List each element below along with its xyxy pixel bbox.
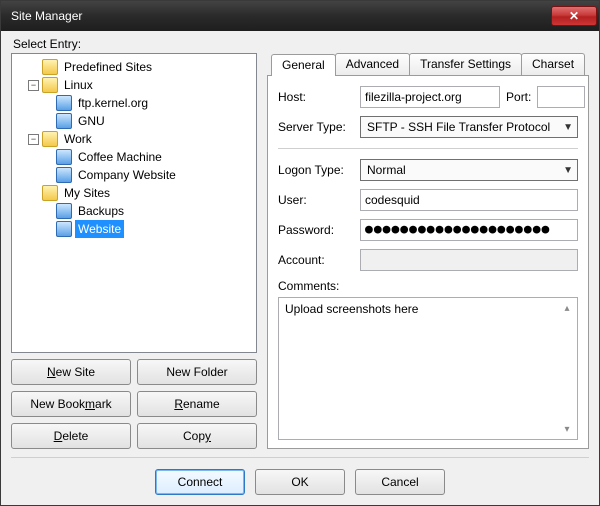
row-host: Host: Port: (278, 86, 578, 108)
cancel-button[interactable]: Cancel (355, 469, 445, 495)
tree-site-gnu[interactable]: GNU (14, 112, 256, 130)
port-input[interactable] (537, 86, 585, 108)
divider (278, 148, 578, 149)
tabpanel-general: Host: Port: Server Type: SFTP - SSH File… (267, 75, 589, 449)
tree-folder-work[interactable]: − Work (14, 130, 256, 148)
rename-button[interactable]: Rename (137, 391, 257, 417)
password-input[interactable]: ●●●●●●●●●●●●●●●●●●●●● (360, 219, 578, 241)
chevron-down-icon: ▼ (563, 165, 573, 176)
site-icon (56, 95, 72, 111)
tree-folder-predefined[interactable]: Predefined Sites (14, 58, 256, 76)
row-user: User: (278, 189, 578, 211)
close-button[interactable]: ✕ (551, 6, 597, 26)
tree-label: Backups (75, 202, 127, 220)
logon-type-label: Logon Type: (278, 163, 354, 177)
expander-placeholder (42, 206, 53, 217)
select-entry-label: Select Entry: (13, 37, 589, 51)
tree-label: Predefined Sites (61, 58, 155, 76)
folder-icon (42, 59, 58, 75)
delete-button[interactable]: Delete (11, 423, 131, 449)
tree-label: GNU (75, 112, 108, 130)
site-icon (56, 221, 72, 237)
row-account: Account: (278, 249, 578, 271)
tree-folder-linux[interactable]: − Linux (14, 76, 256, 94)
site-icon (56, 113, 72, 129)
row-server-type: Server Type: SFTP - SSH File Transfer Pr… (278, 116, 578, 138)
scroll-up-icon[interactable]: ▴ (559, 300, 575, 316)
new-site-button[interactable]: New Site (11, 359, 131, 385)
tree-label: My Sites (61, 184, 113, 202)
port-label: Port: (506, 90, 531, 104)
user-label: User: (278, 193, 354, 207)
host-label: Host: (278, 90, 354, 104)
site-manager-window: Site Manager ✕ Select Entry: Predefined … (0, 0, 600, 506)
system-buttons: ✕ (551, 6, 597, 26)
expander-placeholder (28, 188, 39, 199)
tree-label: Company Website (75, 166, 179, 184)
tab-charset[interactable]: Charset (521, 53, 585, 75)
tab-advanced[interactable]: Advanced (335, 53, 410, 75)
account-input[interactable] (360, 249, 578, 271)
footer-buttons: Connect OK Cancel (11, 457, 589, 497)
comments-textarea[interactable]: Upload screenshots here ▴ ▾ (278, 297, 578, 440)
site-icon (56, 167, 72, 183)
close-icon: ✕ (569, 9, 579, 23)
collapse-icon[interactable]: − (28, 80, 39, 91)
tree-site-coffee[interactable]: Coffee Machine (14, 148, 256, 166)
site-icon (56, 203, 72, 219)
window-title: Site Manager (11, 9, 82, 23)
user-input[interactable] (360, 189, 578, 211)
account-label: Account: (278, 253, 354, 267)
right-column: General Advanced Transfer Settings Chars… (267, 53, 589, 449)
chevron-down-icon: ▼ (563, 122, 573, 133)
tree-label: Coffee Machine (75, 148, 165, 166)
row-logon-type: Logon Type: Normal ▼ (278, 159, 578, 181)
ok-button[interactable]: OK (255, 469, 345, 495)
server-type-value: SFTP - SSH File Transfer Protocol (367, 120, 550, 134)
tree-label-selected: Website (75, 220, 124, 238)
new-folder-button[interactable]: New Folder (137, 359, 257, 385)
expander-placeholder (28, 62, 39, 73)
tree-label: Linux (61, 76, 96, 94)
row-comments: Comments: Upload screenshots here ▴ ▾ (278, 279, 578, 440)
folder-icon (42, 77, 58, 93)
left-button-grid: New Site New Folder New Bookmark Rename … (11, 359, 257, 449)
folder-icon (42, 185, 58, 201)
new-bookmark-button[interactable]: New Bookmark (11, 391, 131, 417)
copy-button[interactable]: Copy (137, 423, 257, 449)
site-tree[interactable]: Predefined Sites − Linux ftp.kernel.org … (11, 53, 257, 353)
columns: Predefined Sites − Linux ftp.kernel.org … (11, 53, 589, 449)
tab-transfer-settings[interactable]: Transfer Settings (409, 53, 522, 75)
password-label: Password: (278, 223, 354, 237)
tree-label: Work (61, 130, 95, 148)
tabs: General Advanced Transfer Settings Chars… (267, 53, 589, 75)
row-password: Password: ●●●●●●●●●●●●●●●●●●●●● (278, 219, 578, 241)
folder-icon (42, 131, 58, 147)
scroll-down-icon[interactable]: ▾ (559, 421, 575, 437)
server-type-select[interactable]: SFTP - SSH File Transfer Protocol ▼ (360, 116, 578, 138)
titlebar[interactable]: Site Manager ✕ (1, 1, 599, 31)
dialog-body: Select Entry: Predefined Sites − Linux (1, 31, 599, 505)
server-type-label: Server Type: (278, 120, 354, 134)
site-icon (56, 149, 72, 165)
tree-folder-mysites[interactable]: My Sites (14, 184, 256, 202)
host-input[interactable] (360, 86, 500, 108)
logon-type-value: Normal (367, 163, 406, 177)
comments-value: Upload screenshots here (285, 302, 418, 316)
tree-site-backups[interactable]: Backups (14, 202, 256, 220)
expander-placeholder (42, 224, 53, 235)
left-column: Predefined Sites − Linux ftp.kernel.org … (11, 53, 257, 449)
tree-site-kernel[interactable]: ftp.kernel.org (14, 94, 256, 112)
tree-site-company[interactable]: Company Website (14, 166, 256, 184)
logon-type-select[interactable]: Normal ▼ (360, 159, 578, 181)
connect-button[interactable]: Connect (155, 469, 245, 495)
tab-general[interactable]: General (271, 54, 336, 76)
tree-label: ftp.kernel.org (75, 94, 151, 112)
collapse-icon[interactable]: − (28, 134, 39, 145)
tree-site-website[interactable]: Website (14, 220, 256, 238)
comments-label: Comments: (278, 279, 578, 293)
